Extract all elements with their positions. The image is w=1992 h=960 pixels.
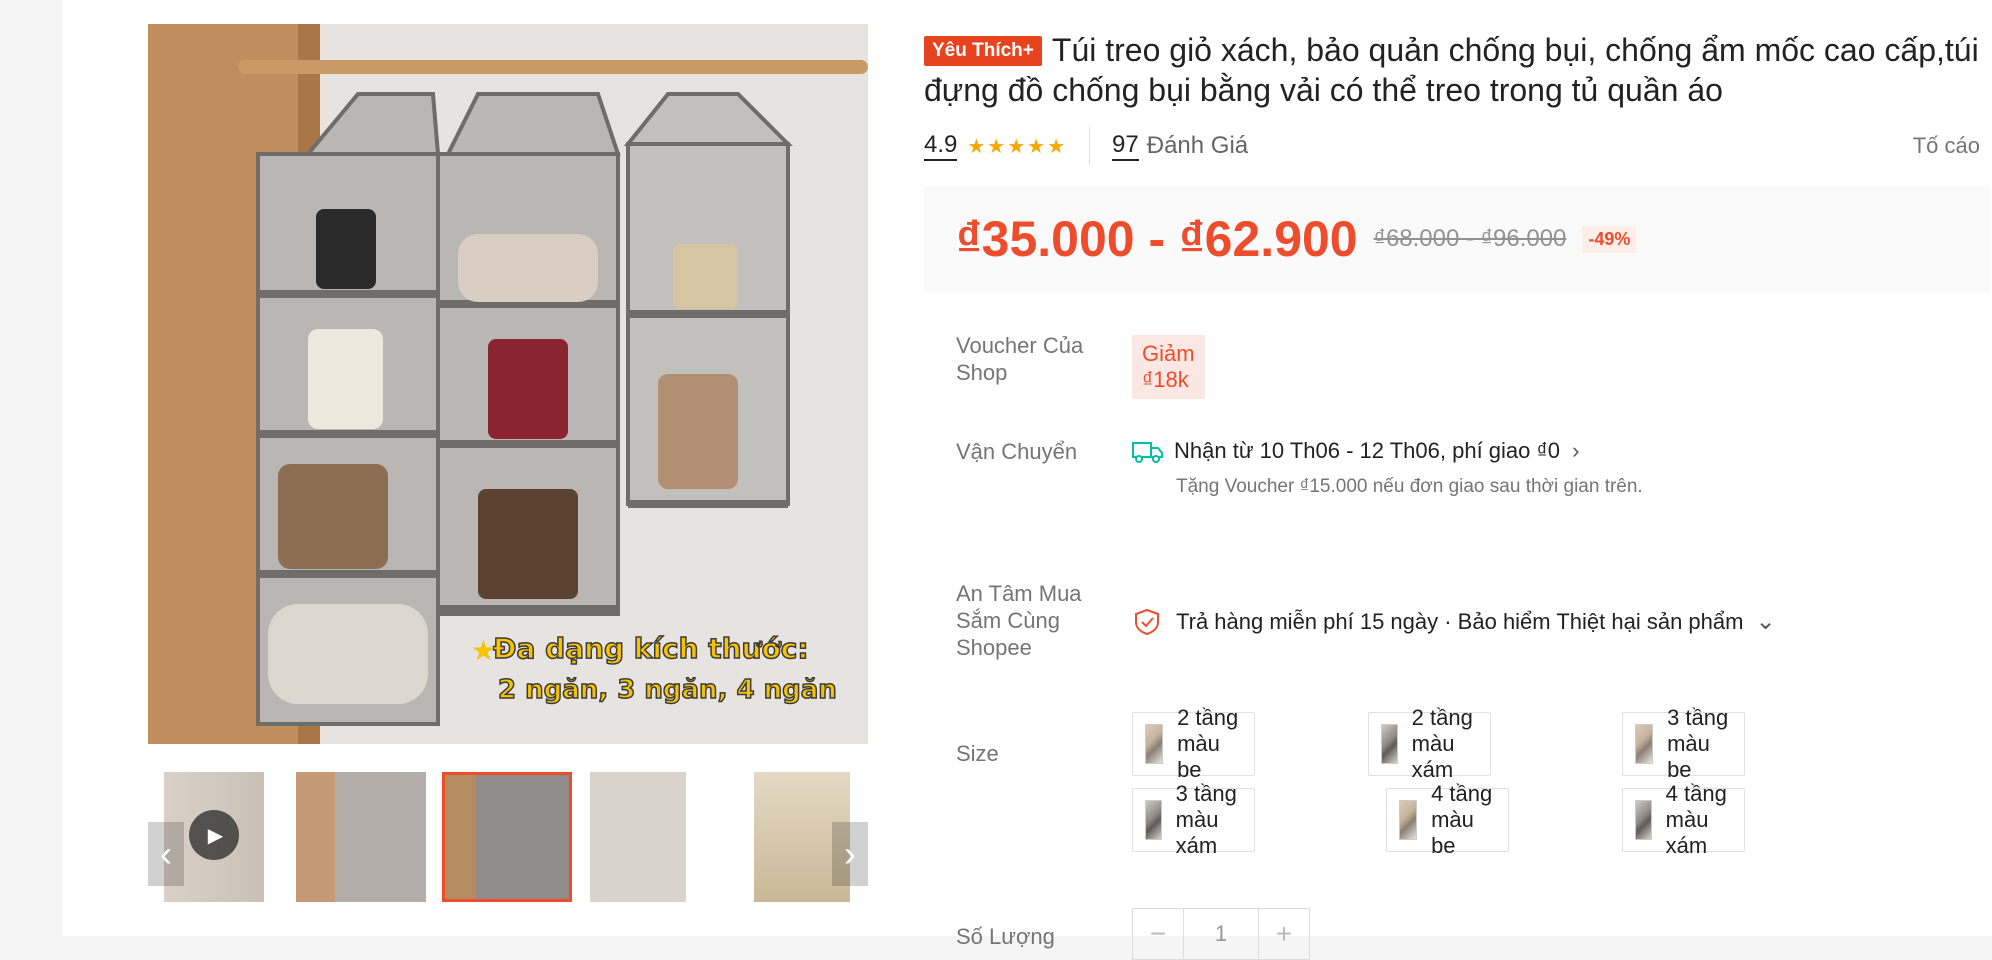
chevron-left-icon: ‹ xyxy=(160,833,172,874)
size-thumb-image xyxy=(1635,800,1652,840)
product-title-row: Yêu Thích+ Túi treo giỏ xách, bảo quản ch… xyxy=(924,30,1990,110)
chevron-down-icon: ⌄ xyxy=(1755,608,1776,635)
overlay-text-line1: Đa dạng kích thước: xyxy=(493,632,809,665)
main-product-image[interactable]: Đa dạng kích thước: 2 ngăn, 3 ngăn, 4 ng… xyxy=(148,24,868,744)
thumbnail-strip: ▶ ‹ › xyxy=(148,760,868,916)
original-price: ₫68.000 - ₫96.000 xyxy=(1373,225,1567,252)
product-info: Yêu Thích+ Túi treo giỏ xách, bảo quản ch… xyxy=(924,30,1990,960)
shipping-content[interactable]: Nhận từ 10 Th06 - 12 Th06, phí giao ₫0 ›… xyxy=(1132,438,1643,498)
thumbnail-3-active[interactable] xyxy=(442,772,572,902)
size-option-3-beige[interactable]: 3 tầng màu be xyxy=(1622,705,1745,782)
size-option-2-beige[interactable]: 2 tầng màu be xyxy=(1132,705,1255,782)
size-option-4-beige[interactable]: 4 tầng màu be xyxy=(1386,781,1509,858)
chevron-right-icon: › xyxy=(1572,438,1580,463)
quantity-increase-button[interactable]: + xyxy=(1259,909,1309,959)
thumbnail-4[interactable] xyxy=(590,772,686,902)
shield-check-icon xyxy=(1135,608,1159,636)
play-icon[interactable]: ▶ xyxy=(189,810,239,860)
shipping-voucher-note: Tặng Voucher ₫15.000 nếu đơn giao sau th… xyxy=(1176,476,1643,498)
size-option-2-grey[interactable]: 2 tầng màu xám xyxy=(1368,705,1491,782)
size-thumb-image xyxy=(1145,724,1164,764)
discount-badge: -49% xyxy=(1582,225,1637,253)
chevron-right-icon: › xyxy=(844,833,856,874)
quantity-decrease-button[interactable]: − xyxy=(1133,909,1183,959)
divider xyxy=(1089,127,1091,165)
quantity-label: Số Lượng xyxy=(956,924,1055,949)
price-box: ₫35.000 - ₫62.900 ₫68.000 - ₫96.000 -49% xyxy=(924,186,1990,292)
review-label: Đánh Giá xyxy=(1146,132,1249,159)
product-title: Túi treo giỏ xách, bảo quản chống bụi, c… xyxy=(924,32,1979,108)
favorite-badge: Yêu Thích+ xyxy=(924,36,1042,66)
quantity-stepper: − 1 + xyxy=(1132,908,1310,960)
shipping-row: Vận Chuyển Nhận từ 10 Th06 - 12 Th06, ph… xyxy=(956,438,1643,497)
star-rating-icon: ★★★★★ xyxy=(967,135,1068,158)
guarantee-text: Trả hàng miễn phí 15 ngày · Bảo hiểm Thi… xyxy=(1176,609,1744,634)
quantity-input[interactable]: 1 xyxy=(1183,909,1259,959)
quantity-row: Số Lượng xyxy=(956,922,1096,952)
voucher-label: Voucher Của Shop xyxy=(956,333,1084,385)
size-option-3-grey[interactable]: 3 tầng màu xám xyxy=(1132,781,1255,858)
truck-icon xyxy=(1132,442,1163,464)
guarantee-row: An Tâm Mua Sắm Cùng Shopee Trả hàng miễn… xyxy=(956,580,1776,661)
hanging-organizer-photo: Đa dạng kích thước: 2 ngăn, 3 ngăn, 4 ng… xyxy=(148,24,868,744)
voucher-row: Voucher Của Shop Giảm ₫18k xyxy=(956,332,1205,399)
product-page: Đa dạng kích thước: 2 ngăn, 3 ngăn, 4 ng… xyxy=(62,0,1992,960)
thumbnail-2[interactable] xyxy=(296,772,426,902)
size-option-4-grey[interactable]: 4 tầng màu xám xyxy=(1622,781,1745,858)
star-icon: ★ xyxy=(471,635,496,666)
size-thumb-image xyxy=(1381,724,1398,764)
gallery-next-arrow[interactable]: › xyxy=(832,822,868,886)
product-gallery: Đa dạng kích thước: 2 ngăn, 3 ngăn, 4 ng… xyxy=(148,24,868,902)
gallery-prev-arrow[interactable]: ‹ xyxy=(148,822,184,886)
review-count[interactable]: 97 xyxy=(1112,131,1139,161)
overlay-text-line2: 2 ngăn, 3 ngăn, 4 ngăn xyxy=(498,675,837,705)
rating-row: 4.9 ★★★★★ 97 Đánh Giá Tố cáo xyxy=(924,126,1990,166)
shipping-label: Vận Chuyển xyxy=(956,439,1078,464)
shipping-text: Nhận từ 10 Th06 - 12 Th06, phí giao ₫0 xyxy=(1174,438,1561,463)
current-price: ₫35.000 - ₫62.900 xyxy=(956,211,1358,267)
rating-score[interactable]: 4.9 xyxy=(924,131,958,161)
guarantee-content[interactable]: Trả hàng miễn phí 15 ngày · Bảo hiểm Thi… xyxy=(1132,607,1776,637)
guarantee-label: An Tâm Mua Sắm Cùng Shopee xyxy=(956,581,1082,660)
size-thumb-image xyxy=(1635,724,1654,764)
size-thumb-image xyxy=(1399,800,1418,840)
report-link[interactable]: Tố cáo xyxy=(1913,133,1980,159)
size-label: Size xyxy=(956,741,999,766)
size-row: Size xyxy=(956,732,1096,776)
voucher-chip[interactable]: Giảm ₫18k xyxy=(1132,335,1205,399)
size-thumb-image xyxy=(1145,800,1162,840)
